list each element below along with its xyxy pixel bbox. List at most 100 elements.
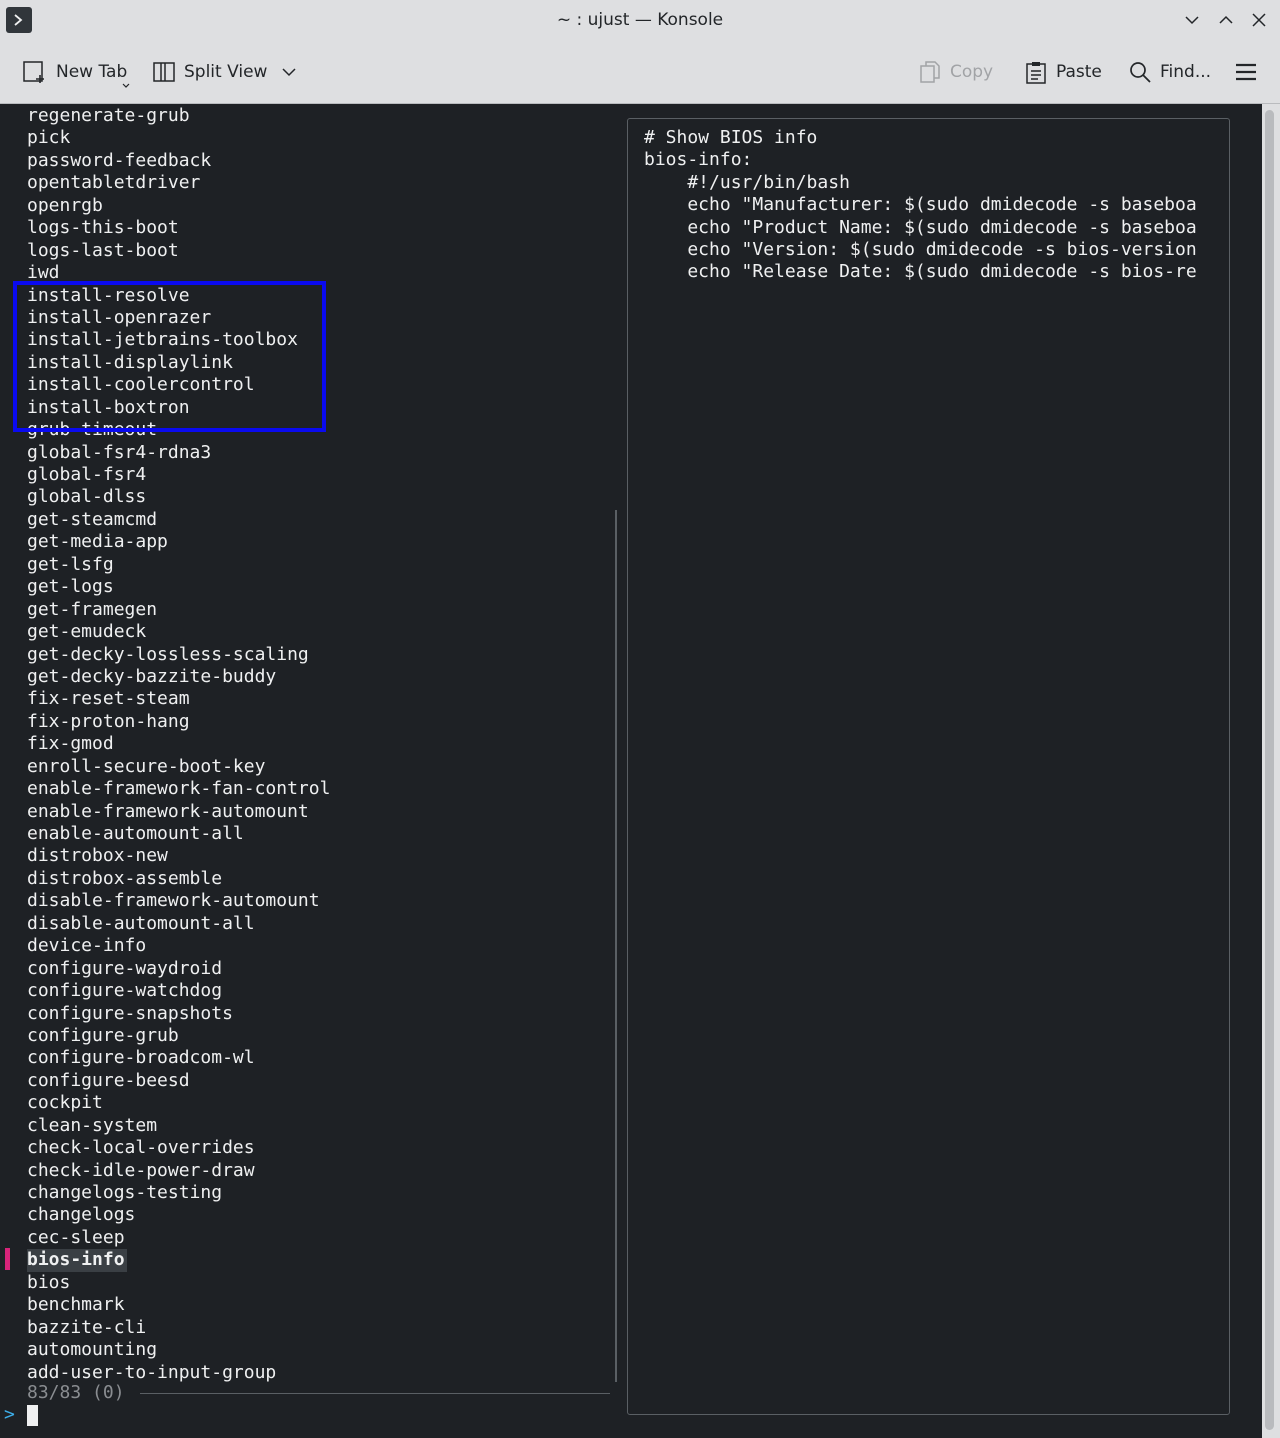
match-counter: 83/83 (0) xyxy=(27,1382,125,1403)
list-item[interactable]: check-idle-power-draw xyxy=(27,1160,330,1182)
paste-icon xyxy=(1026,62,1046,84)
list-item-label: logs-this-boot xyxy=(27,217,179,239)
list-item-label: opentabletdriver xyxy=(27,172,201,194)
hamburger-menu-button[interactable] xyxy=(1234,56,1258,88)
list-item[interactable]: get-media-app xyxy=(27,531,330,553)
list-item[interactable]: configure-watchdog xyxy=(27,980,330,1002)
list-item[interactable]: disable-framework-automount xyxy=(27,890,330,912)
list-item[interactable]: get-emudeck xyxy=(27,621,330,643)
list-item[interactable]: openrgb xyxy=(27,195,330,217)
list-item[interactable]: global-fsr4 xyxy=(27,464,330,486)
list-item-label: bios xyxy=(27,1271,71,1293)
hamburger-menu-icon xyxy=(1236,63,1256,81)
preview-pane: # Show BIOS info bios-info: #!/usr/bin/ba… xyxy=(627,118,1230,1415)
list-item[interactable]: get-decky-bazzite-buddy xyxy=(27,666,330,688)
split-view-icon xyxy=(153,62,175,82)
list-item-label: distrobox-assemble xyxy=(27,867,223,889)
list-item[interactable]: configure-broadcom-wl xyxy=(27,1047,330,1069)
list-item-label: add-user-to-input-group xyxy=(27,1361,277,1383)
list-item[interactable]: add-user-to-input-group xyxy=(27,1362,330,1384)
paste-button[interactable]: Paste xyxy=(1024,56,1102,88)
list-item[interactable]: get-framegen xyxy=(27,599,330,621)
list-item[interactable]: logs-last-boot xyxy=(27,240,330,262)
list-item[interactable]: pick xyxy=(27,127,330,149)
window-title: ~ : ujust — Konsole xyxy=(556,10,724,30)
list-item[interactable]: configure-beesd xyxy=(27,1070,330,1092)
list-item-label: changelogs xyxy=(27,1204,136,1226)
list-item[interactable]: get-decky-lossless-scaling xyxy=(27,644,330,666)
list-item-label: global-fsr4-rdna3 xyxy=(27,441,212,463)
paste-label: Paste xyxy=(1056,62,1102,82)
list-item[interactable]: bazzite-cli xyxy=(27,1317,330,1339)
list-item[interactable]: distrobox-assemble xyxy=(27,868,330,890)
list-item-label: disable-automount-all xyxy=(27,912,255,934)
list-item[interactable]: enroll-secure-boot-key xyxy=(27,756,330,778)
list-item-label: pick xyxy=(27,127,71,149)
list-item[interactable]: bios xyxy=(27,1272,330,1294)
list-item-label: get-media-app xyxy=(27,531,168,553)
counter-separator xyxy=(140,1393,610,1394)
list-item[interactable]: bios-info xyxy=(27,1249,330,1272)
list-item[interactable]: regenerate-grub xyxy=(27,105,330,127)
new-tab-button[interactable]: New Tab xyxy=(22,56,130,88)
list-item[interactable]: configure-waydroid xyxy=(27,958,330,980)
maximize-button[interactable] xyxy=(1214,8,1238,32)
list-item-label: get-decky-lossless-scaling xyxy=(27,643,309,665)
list-item[interactable]: clean-system xyxy=(27,1115,330,1137)
preview-line: bios-info: xyxy=(644,149,753,171)
list-item[interactable]: cockpit xyxy=(27,1092,330,1114)
list-item[interactable]: global-dlss xyxy=(27,486,330,508)
list-item[interactable]: automounting xyxy=(27,1339,330,1361)
selected-item-label: bios-info xyxy=(27,1249,127,1272)
list-item[interactable]: enable-automount-all xyxy=(27,823,330,845)
list-item-label: configure-waydroid xyxy=(27,957,223,979)
list-item[interactable]: enable-framework-fan-control xyxy=(27,778,330,800)
list-item-label: disable-framework-automount xyxy=(27,890,320,912)
list-item[interactable]: get-lsfg xyxy=(27,554,330,576)
fzf-prompt: > xyxy=(4,1404,15,1425)
list-item-label: cockpit xyxy=(27,1092,103,1114)
list-item[interactable]: cec-sleep xyxy=(27,1227,330,1249)
list-item[interactable]: fix-gmod xyxy=(27,733,330,755)
list-item-label: check-local-overrides xyxy=(27,1137,255,1159)
list-item[interactable]: changelogs xyxy=(27,1204,330,1226)
dropdown-arrow-icon xyxy=(122,83,130,88)
list-item-label: cec-sleep xyxy=(27,1226,125,1248)
list-item[interactable]: distrobox-new xyxy=(27,845,330,867)
chevron-down-icon xyxy=(282,68,296,77)
list-item[interactable]: opentabletdriver xyxy=(27,172,330,194)
preview-line: echo "Release Date: $(sudo dmidecode -s … xyxy=(644,261,1197,283)
list-item-label: get-lsfg xyxy=(27,553,114,575)
list-item[interactable]: disable-automount-all xyxy=(27,913,330,935)
list-item[interactable]: check-local-overrides xyxy=(27,1137,330,1159)
copy-button[interactable]: Copy xyxy=(918,56,993,88)
list-item[interactable]: fix-reset-steam xyxy=(27,688,330,710)
list-item[interactable]: changelogs-testing xyxy=(27,1182,330,1204)
list-item-label: get-decky-bazzite-buddy xyxy=(27,665,277,687)
list-item-label: configure-broadcom-wl xyxy=(27,1047,255,1069)
list-item[interactable]: get-steamcmd xyxy=(27,509,330,531)
list-item[interactable]: global-fsr4-rdna3 xyxy=(27,442,330,464)
preview-line: # Show BIOS info xyxy=(644,127,818,148)
list-item[interactable]: fix-proton-hang xyxy=(27,711,330,733)
list-item[interactable]: password-feedback xyxy=(27,150,330,172)
list-item[interactable]: configure-grub xyxy=(27,1025,330,1047)
list-item[interactable]: enable-framework-automount xyxy=(27,801,330,823)
split-view-label: Split View xyxy=(184,62,268,82)
scrollbar-thumb[interactable] xyxy=(1265,110,1274,1430)
list-item-label: openrgb xyxy=(27,194,103,216)
chevron-up-icon xyxy=(1219,15,1233,24)
minimize-button[interactable] xyxy=(1180,8,1204,32)
list-item[interactable]: device-info xyxy=(27,935,330,957)
list-item[interactable]: benchmark xyxy=(27,1294,330,1316)
close-icon xyxy=(1252,13,1266,27)
close-button[interactable] xyxy=(1247,8,1271,32)
list-item-label: enable-automount-all xyxy=(27,823,244,844)
text-cursor[interactable] xyxy=(27,1405,38,1426)
split-view-button[interactable]: Split View xyxy=(152,56,297,88)
list-item[interactable]: configure-snapshots xyxy=(27,1003,330,1025)
find-button[interactable]: Find... xyxy=(1128,56,1211,88)
list-item[interactable]: logs-this-boot xyxy=(27,217,330,239)
find-label: Find... xyxy=(1160,62,1212,82)
list-item[interactable]: get-logs xyxy=(27,576,330,598)
